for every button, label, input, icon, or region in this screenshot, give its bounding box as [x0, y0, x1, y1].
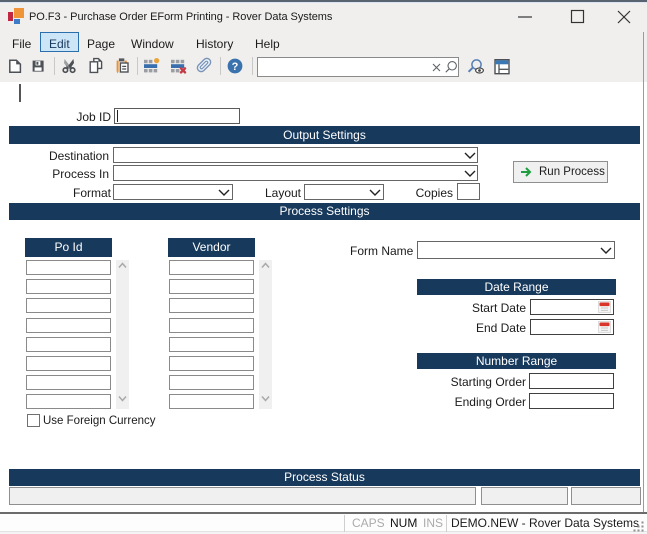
svg-text:?: ?	[232, 61, 239, 73]
